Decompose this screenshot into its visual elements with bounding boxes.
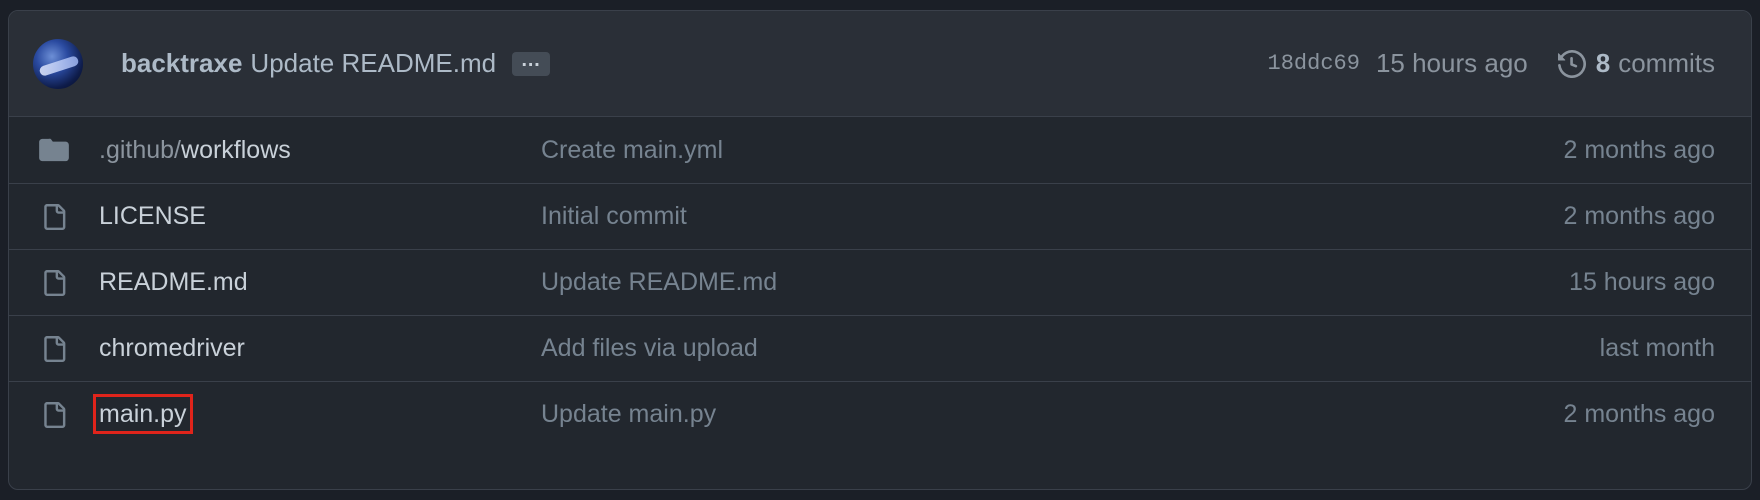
- file-commit-age: 2 months ago: [1563, 202, 1716, 230]
- file-name-link[interactable]: .github/workflows: [99, 136, 541, 165]
- file-commit-message-link[interactable]: Initial commit: [541, 202, 1564, 231]
- history-icon: [1557, 49, 1586, 78]
- file-commit-age: last month: [1599, 334, 1715, 362]
- file-row-workflows[interactable]: .github/workflows Create main.yml 2 mont…: [9, 117, 1751, 183]
- expand-commit-button[interactable]: …: [512, 50, 551, 76]
- file-rows: .github/workflows Create main.yml 2 mont…: [9, 117, 1751, 447]
- file-commit-message-link[interactable]: Create main.yml: [541, 136, 1564, 165]
- commits-count: 8: [1595, 48, 1611, 78]
- file-row-readme[interactable]: README.md Update README.md 15 hours ago: [9, 249, 1751, 315]
- file-name-link[interactable]: README.md: [99, 268, 541, 297]
- file-icon: [37, 268, 71, 298]
- commit-author-link[interactable]: backtraxe: [121, 48, 242, 79]
- commit-time: 15 hours ago: [1375, 48, 1528, 78]
- file-list-box: backtraxe Update README.md … 18ddc69 15 …: [8, 10, 1752, 490]
- file-path-prefix: .github/: [99, 135, 182, 164]
- file-row-license[interactable]: LICENSE Initial commit 2 months ago: [9, 183, 1751, 249]
- file-icon: [37, 334, 71, 364]
- folder-icon: [37, 137, 71, 163]
- commit-sha-link[interactable]: 18ddc69: [1268, 51, 1360, 76]
- file-commit-age: 2 months ago: [1563, 400, 1716, 428]
- file-row-chromedriver[interactable]: chromedriver Add files via upload last m…: [9, 315, 1751, 381]
- commits-link[interactable]: 8 commits: [1557, 48, 1715, 79]
- file-icon: [37, 202, 71, 232]
- file-name: workflows: [181, 135, 291, 164]
- file-row-main-py[interactable]: main.py Update main.py 2 months ago: [9, 381, 1751, 447]
- file-name-link[interactable]: chromedriver: [99, 334, 541, 363]
- latest-commit-bar: backtraxe Update README.md … 18ddc69 15 …: [9, 11, 1751, 117]
- highlighted-file-name: main.py: [93, 394, 193, 434]
- commit-message-link[interactable]: Update README.md: [250, 48, 496, 79]
- file-commit-message-link[interactable]: Add files via upload: [541, 334, 1600, 363]
- file-commit-age: 2 months ago: [1563, 135, 1716, 164]
- commits-label: commits: [1618, 48, 1715, 78]
- page: backtraxe Update README.md … 18ddc69 15 …: [0, 0, 1760, 500]
- file-commit-message-link[interactable]: Update main.py: [541, 400, 1564, 429]
- file-name-link[interactable]: LICENSE: [99, 202, 541, 231]
- file-commit-message-link[interactable]: Update README.md: [541, 268, 1569, 297]
- file-icon: [37, 400, 71, 430]
- avatar[interactable]: [33, 38, 83, 89]
- commit-meta: 18ddc69 15 hours ago 8 commits: [1268, 48, 1715, 79]
- file-name-link[interactable]: main.py: [93, 394, 541, 434]
- file-commit-age: 15 hours ago: [1569, 268, 1715, 296]
